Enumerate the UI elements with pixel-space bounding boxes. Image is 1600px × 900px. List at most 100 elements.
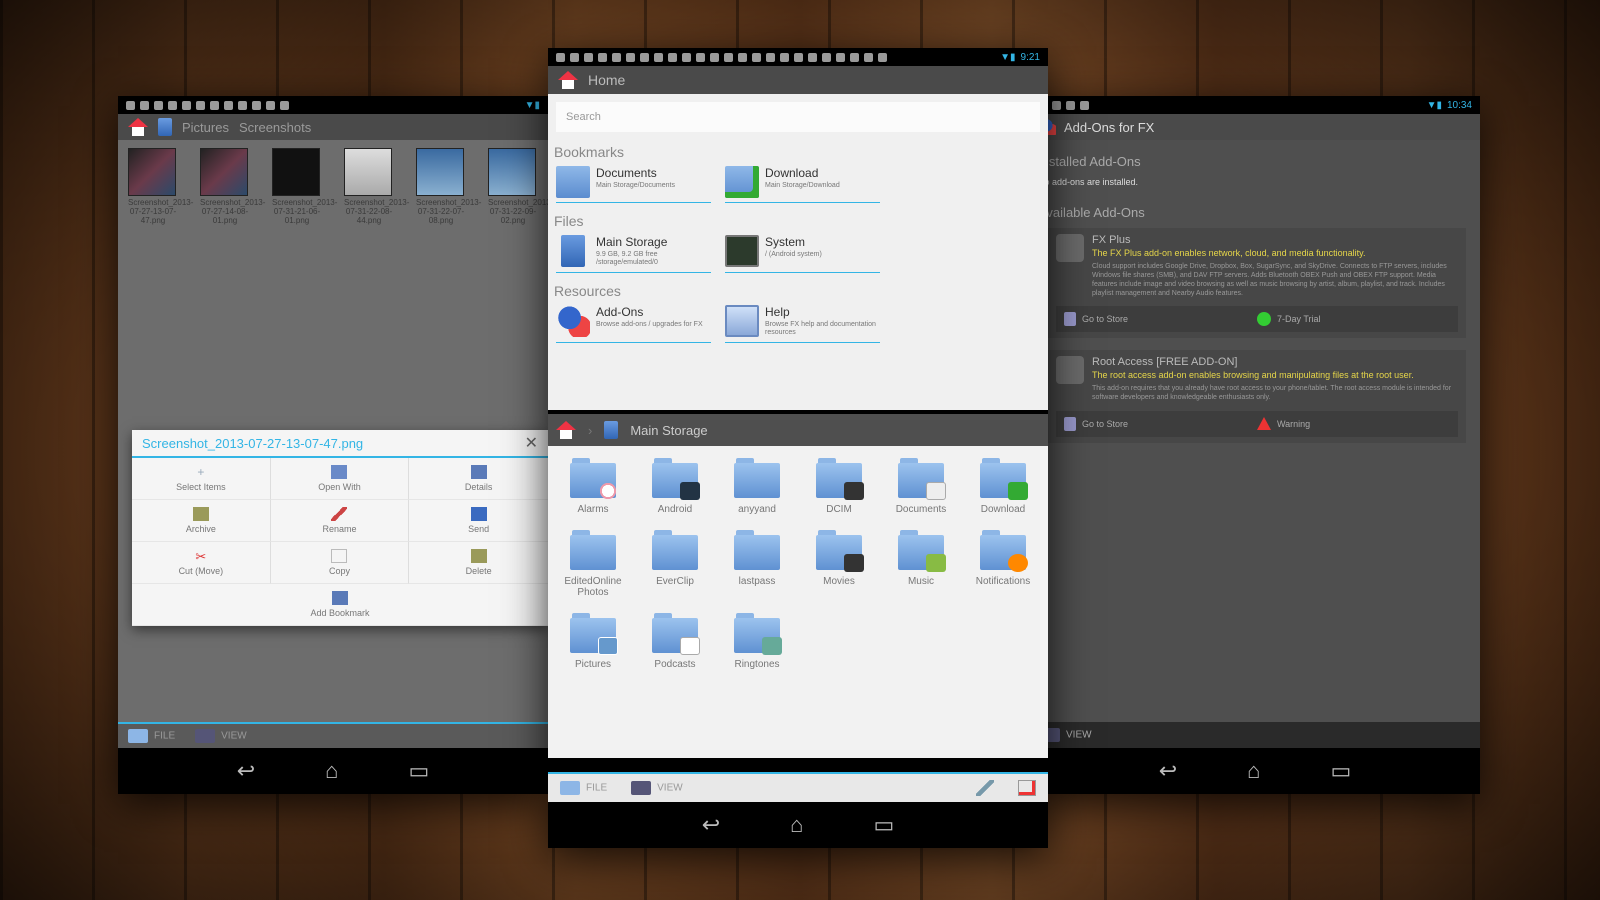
warning-button[interactable]: Warning	[1257, 417, 1450, 431]
files-system[interactable]: System / (Android system)	[725, 235, 880, 273]
search-input[interactable]: Search	[556, 102, 1040, 132]
cut-move-button[interactable]: ✂ Cut (Move)	[132, 542, 271, 584]
clapperboard-icon	[844, 553, 864, 572]
send-button[interactable]: Send	[409, 500, 548, 542]
open-with-button[interactable]: Open With	[270, 458, 410, 500]
status-time: 9:21	[1020, 51, 1040, 63]
back-icon[interactable]: ↩	[237, 758, 255, 784]
archive-icon	[192, 507, 209, 521]
go-to-store-button[interactable]: Go to Store	[1064, 312, 1257, 327]
thumbnail-item[interactable]: Screenshot_2013-07-31-21-06-01.png	[272, 148, 337, 225]
bookmark-download[interactable]: Download Main Storage/Download	[725, 166, 880, 203]
folder-notifications[interactable]: Notifications	[962, 529, 1044, 599]
back-icon[interactable]: ↩	[702, 812, 720, 838]
folder-grid-pane: Alarms Android anyyand DCIM Documents Do…	[548, 446, 1048, 758]
image-thumbnail	[344, 148, 392, 196]
thumbnail-item[interactable]: Screenshot_2013-07-27-14-08-01.png	[200, 148, 265, 225]
folder-icon	[816, 458, 864, 500]
send-icon	[470, 507, 487, 521]
home-nav-icon[interactable]: ⌂	[325, 758, 338, 784]
plus-icon: +	[197, 465, 205, 479]
folder-edited-online-photos[interactable]: EditedOnline Photos	[552, 529, 634, 599]
nav-bar: ↩ ⌂ ▭	[1030, 748, 1480, 794]
download-arrow-icon	[1008, 482, 1028, 500]
file-menu-button[interactable]: FILE	[560, 781, 607, 795]
documents-folder-icon	[556, 166, 590, 198]
installed-header: Installed Add-Ons	[1038, 154, 1141, 169]
file-menu-button[interactable]: FILE	[128, 729, 175, 743]
folder-icon	[652, 529, 698, 570]
folder-icon	[734, 458, 780, 498]
folder-anyyand[interactable]: anyyand	[716, 458, 798, 516]
folder-movies[interactable]: Movies	[798, 529, 880, 599]
rename-button[interactable]: Rename	[270, 500, 410, 542]
view-menu-button[interactable]: VIEW	[631, 781, 683, 795]
folder-everclip[interactable]: EverClip	[634, 529, 716, 599]
addon-desc: The root access add-on enables browsing …	[1092, 370, 1414, 381]
folder-icon	[570, 529, 616, 570]
thumbnail-item[interactable]: Screenshot_2013-07-27-13-07-47.png	[128, 148, 193, 225]
status-bar: ▼▮	[118, 96, 548, 114]
go-to-store-button[interactable]: Go to Store	[1064, 416, 1257, 431]
clipboard-icon[interactable]	[1018, 780, 1036, 796]
view-menu-button[interactable]: VIEW	[195, 729, 247, 743]
add-bookmark-button[interactable]: Add Bookmark	[132, 584, 548, 626]
folder-pictures[interactable]: Pictures	[552, 612, 634, 671]
files-main-storage[interactable]: Main Storage 9.9 GB, 9.2 GB free /storage…	[556, 235, 711, 273]
delete-button[interactable]: Delete	[409, 542, 548, 584]
folder-lastpass[interactable]: lastpass	[716, 529, 798, 599]
folder-download[interactable]: Download	[962, 458, 1044, 516]
storage-icon	[604, 421, 619, 439]
addon-desc: The FX Plus add-on enables network, clou…	[1092, 248, 1366, 258]
back-icon[interactable]: ↩	[1159, 758, 1177, 784]
speech-bubble-icon	[680, 636, 700, 655]
addon-card-root-access: Root Access [FREE ADD-ON] The root acces…	[1048, 350, 1466, 443]
breadcrumb-pictures[interactable]: Pictures	[182, 120, 229, 135]
app-bar: Home	[548, 66, 1048, 94]
trial-button[interactable]: 7-Day Trial	[1257, 312, 1450, 327]
bottom-action-bar: FILE VIEW	[548, 772, 1048, 802]
folder-alarms[interactable]: Alarms	[552, 458, 634, 516]
close-icon[interactable]: ✕	[525, 433, 538, 453]
addon-detail: Cloud support includes Google Drive, Dro…	[1092, 263, 1447, 298]
details-button[interactable]: Details	[409, 458, 548, 500]
folder-icon	[652, 458, 700, 500]
breadcrumb-screenshots[interactable]: Screenshots	[239, 120, 311, 135]
folder-ringtones[interactable]: Ringtones	[716, 612, 798, 671]
folder-music[interactable]: Music	[880, 529, 962, 599]
thumbnail-item[interactable]: Screenshot_2013-07-31-22-08-44.png	[344, 148, 409, 225]
home-icon[interactable]	[128, 118, 148, 136]
wifi-icon: ▼▮	[1000, 51, 1016, 63]
archive-button[interactable]: Archive	[132, 500, 271, 542]
recents-icon[interactable]: ▭	[1330, 758, 1351, 784]
available-header: Available Add-Ons	[1038, 205, 1145, 220]
folder-dcim[interactable]: DCIM	[798, 458, 880, 516]
select-items-button[interactable]: + Select Items	[132, 458, 271, 500]
addon-card-fx-plus: FX Plus The FX Plus add-on enables netwo…	[1048, 228, 1466, 339]
tools-icon[interactable]	[976, 780, 994, 796]
alert-icon	[1008, 553, 1028, 572]
home-icon[interactable]	[558, 71, 578, 89]
page-title: Add-Ons for FX	[1064, 119, 1155, 135]
warning-icon	[1257, 417, 1271, 431]
thumbnail-item[interactable]: Screenshot_2013-07-31-22-07-08.png	[416, 148, 481, 225]
scissors-icon: ✂	[195, 549, 207, 564]
page-title: Home	[588, 72, 626, 88]
bookmark-documents[interactable]: Documents Main Storage/Documents	[556, 166, 711, 203]
copy-button[interactable]: Copy	[270, 542, 410, 584]
folder-android[interactable]: Android	[634, 458, 716, 516]
recents-icon[interactable]: ▭	[408, 758, 429, 784]
folder-documents[interactable]: Documents	[880, 458, 962, 516]
home-nav-icon[interactable]: ⌂	[1247, 758, 1260, 784]
home-nav-icon[interactable]: ⌂	[790, 812, 803, 838]
thumbnail-item[interactable]: Screenshot_2013-07-31-22-09-02.png	[488, 148, 548, 225]
addon-name: FX Plus	[1092, 234, 1131, 246]
nav-bar: ↩ ⌂ ▭	[118, 748, 548, 794]
home-icon[interactable]	[556, 421, 576, 439]
resources-help[interactable]: Help Browse FX help and documentation res…	[725, 304, 880, 343]
resources-add-ons[interactable]: Add-Ons Browse add-ons / upgrades for FX	[556, 304, 711, 343]
folder-podcasts[interactable]: Podcasts	[634, 612, 716, 671]
recents-icon[interactable]: ▭	[873, 812, 894, 838]
status-bar: ▼▮ 9:21	[548, 48, 1048, 66]
folder-icon	[570, 458, 618, 500]
